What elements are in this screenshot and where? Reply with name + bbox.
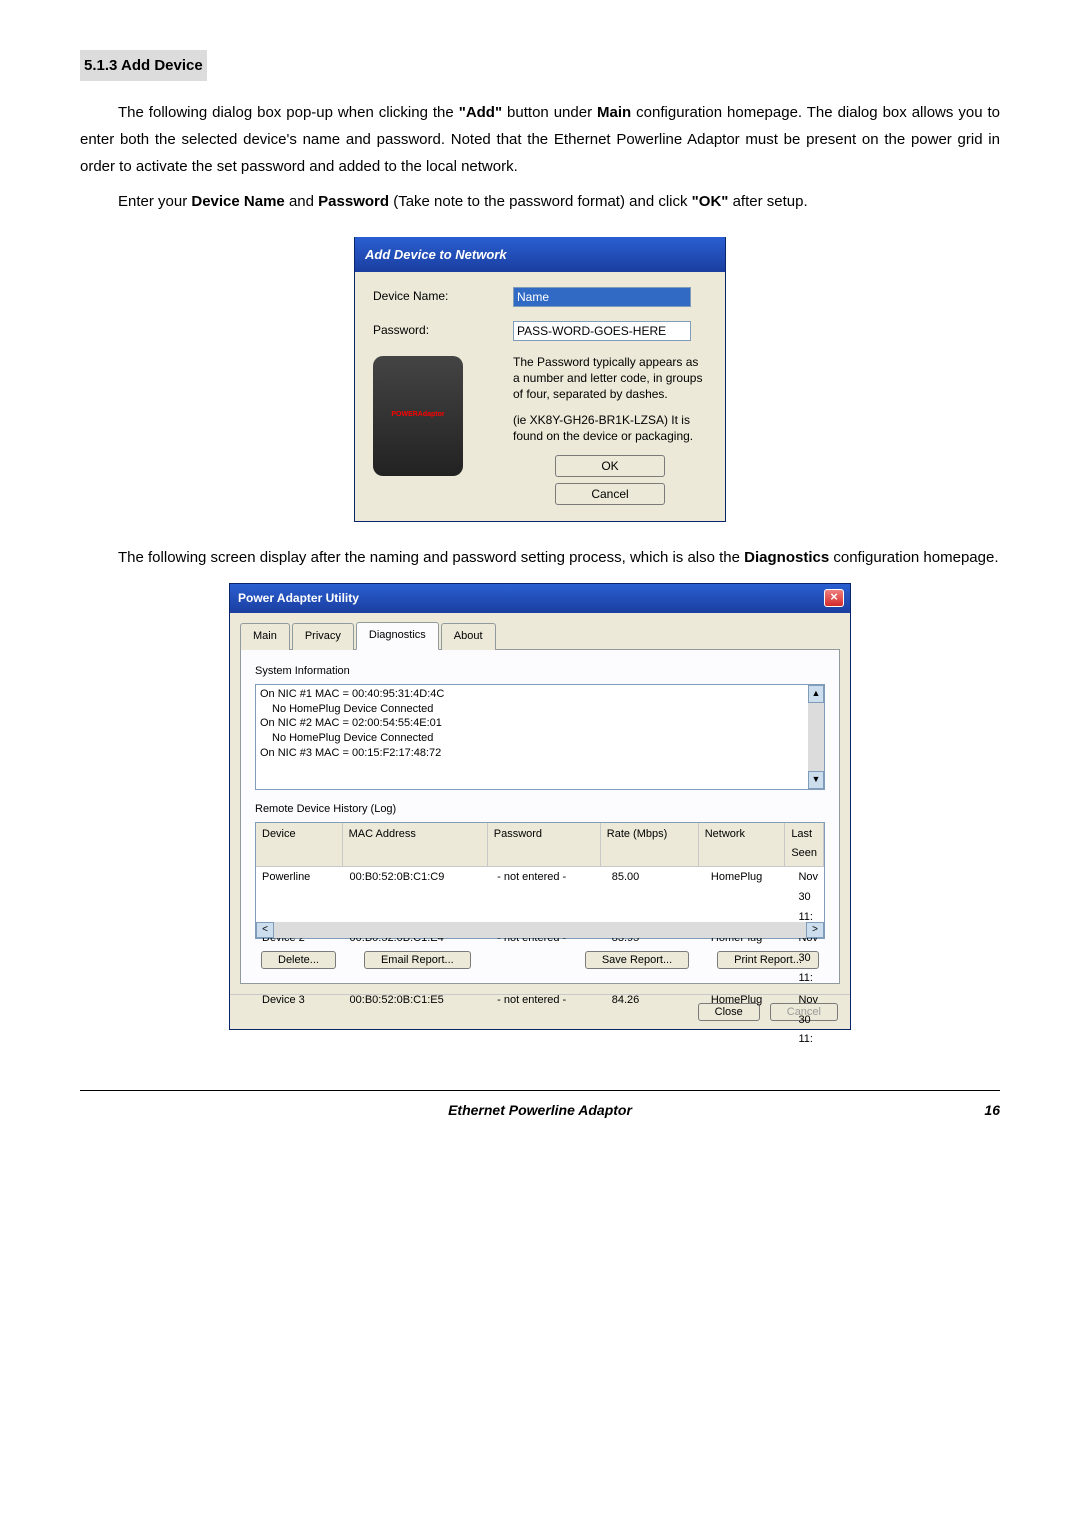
table-row[interactable]: Powerline 00:B0:52:0B:C1:C9 - not entere…	[256, 867, 824, 928]
paragraph-2: Enter your Device Name and Password (Tak…	[80, 188, 1000, 215]
password-input[interactable]	[513, 321, 691, 341]
col-rate[interactable]: Rate (Mbps)	[601, 823, 699, 868]
text: The following screen display after the n…	[118, 549, 744, 566]
text: and	[285, 193, 318, 210]
section-number: 5.1.3	[84, 57, 117, 74]
device-image: POWERAdaptor	[373, 356, 463, 476]
section-title: Add Device	[121, 57, 203, 74]
paragraph-1: The following dialog box pop-up when cli…	[80, 99, 1000, 180]
paragraph-3: The following screen display after the n…	[80, 544, 1000, 571]
tab-bar: Main Privacy Diagnostics About	[240, 621, 840, 650]
add-device-dialog: Add Device to Network Device Name: Passw…	[354, 237, 726, 522]
text: Enter your	[118, 193, 191, 210]
cell-device: Powerline	[256, 867, 344, 928]
cell-password: - not entered -	[491, 990, 606, 1051]
col-network[interactable]: Network	[699, 823, 786, 868]
horizontal-scrollbar[interactable]: < >	[256, 922, 824, 938]
cell-network: HomePlug	[705, 928, 793, 989]
table-header-row: Device MAC Address Password Rate (Mbps) …	[256, 823, 824, 868]
system-information-label: System Information	[255, 662, 350, 682]
text-password: Password	[318, 193, 389, 210]
password-hint-1: The Password typically appears as a numb…	[513, 354, 707, 403]
footer-title: Ethernet Powerline Adaptor	[448, 1098, 632, 1123]
cell-last-seen: Nov 30 11:	[792, 867, 824, 928]
col-device[interactable]: Device	[256, 823, 343, 868]
sysinfo-line: On NIC #2 MAC = 02:00:54:55:4E:01	[260, 716, 820, 731]
text-device-name: Device Name	[191, 193, 284, 210]
sysinfo-line: On NIC #3 MAC = 00:15:F2:17:48:72	[260, 746, 820, 761]
cell-rate: 85.00	[606, 867, 705, 928]
cell-network: HomePlug	[705, 867, 793, 928]
footer-page-number: 16	[632, 1098, 1000, 1123]
text: configuration homepage.	[829, 549, 998, 566]
cell-mac: 00:B0:52:0B:C1:E4	[344, 928, 492, 989]
text-ok: "OK"	[692, 193, 729, 210]
diagnostics-panel: System Information On NIC #1 MAC = 00:40…	[240, 650, 840, 984]
diagnostics-window: Power Adapter Utility × Main Privacy Dia…	[229, 583, 851, 1030]
cell-last-seen: Nov 30 11:	[792, 990, 824, 1051]
password-label: Password:	[373, 320, 513, 342]
text: (Take note to the password format) and c…	[389, 193, 692, 210]
scroll-down-icon[interactable]: ▼	[808, 771, 824, 789]
sysinfo-line: No HomePlug Device Connected	[272, 702, 820, 717]
sysinfo-line: On NIC #1 MAC = 00:40:95:31:4D:4C	[260, 687, 820, 702]
device-name-label: Device Name:	[373, 286, 513, 308]
window-title: Power Adapter Utility	[238, 588, 359, 610]
brand-rest: Adaptor	[418, 411, 445, 418]
page-footer: Ethernet Powerline Adaptor 16	[80, 1098, 1000, 1123]
text: button under	[502, 104, 597, 121]
cell-device: Device 2	[256, 928, 344, 989]
cancel-button[interactable]: Cancel	[555, 483, 665, 505]
cell-mac: 00:B0:52:0B:C1:E5	[344, 990, 492, 1051]
cell-mac: 00:B0:52:0B:C1:C9	[344, 867, 492, 928]
cell-network: HomePlug	[705, 990, 793, 1051]
text: after setup.	[728, 193, 807, 210]
col-last-seen[interactable]: Last Seen	[785, 823, 824, 868]
col-password[interactable]: Password	[488, 823, 601, 868]
cell-device: Device 3	[256, 990, 344, 1051]
section-heading: 5.1.3 Add Device	[80, 50, 207, 81]
cell-rate: 83.95	[606, 928, 705, 989]
scroll-up-icon[interactable]: ▲	[808, 685, 824, 703]
text-diagnostics: Diagnostics	[744, 549, 829, 566]
remote-device-history-table[interactable]: Device MAC Address Password Rate (Mbps) …	[255, 822, 825, 939]
text-main: Main	[597, 104, 631, 121]
cell-rate: 84.26	[606, 990, 705, 1051]
vertical-scrollbar[interactable]: ▲ ▼	[808, 685, 824, 789]
ok-button[interactable]: OK	[555, 455, 665, 477]
table-row[interactable]: Device 3 00:B0:52:0B:C1:E5 - not entered…	[256, 990, 824, 1051]
col-mac[interactable]: MAC Address	[343, 823, 488, 868]
dialog-titlebar[interactable]: Add Device to Network	[355, 237, 725, 272]
scroll-right-icon[interactable]: >	[806, 922, 824, 938]
window-titlebar[interactable]: Power Adapter Utility ×	[230, 584, 850, 614]
tab-diagnostics[interactable]: Diagnostics	[356, 622, 439, 650]
tab-main[interactable]: Main	[240, 623, 290, 650]
close-icon[interactable]: ×	[824, 589, 844, 607]
scroll-left-icon[interactable]: <	[256, 922, 274, 938]
sysinfo-line: No HomePlug Device Connected	[272, 731, 820, 746]
cell-password: - not entered -	[491, 867, 606, 928]
device-name-input[interactable]	[513, 287, 691, 307]
brand-red: POWER	[391, 411, 417, 418]
tab-about[interactable]: About	[441, 623, 496, 650]
cell-last-seen: Nov 30 11:	[792, 928, 824, 989]
cell-password: - not entered -	[491, 928, 606, 989]
table-row[interactable]: Device 2 00:B0:52:0B:C1:E4 - not entered…	[256, 928, 824, 989]
remote-device-history-label: Remote Device History (Log)	[255, 800, 825, 820]
system-information-box[interactable]: On NIC #1 MAC = 00:40:95:31:4D:4C No Hom…	[255, 684, 825, 790]
footer-rule	[80, 1090, 1000, 1091]
text-add: "Add"	[459, 104, 502, 121]
text: The following dialog box pop-up when cli…	[118, 104, 459, 121]
tab-privacy[interactable]: Privacy	[292, 623, 354, 650]
password-hint-2: (ie XK8Y-GH26-BR1K-LZSA) It is found on …	[513, 412, 707, 444]
